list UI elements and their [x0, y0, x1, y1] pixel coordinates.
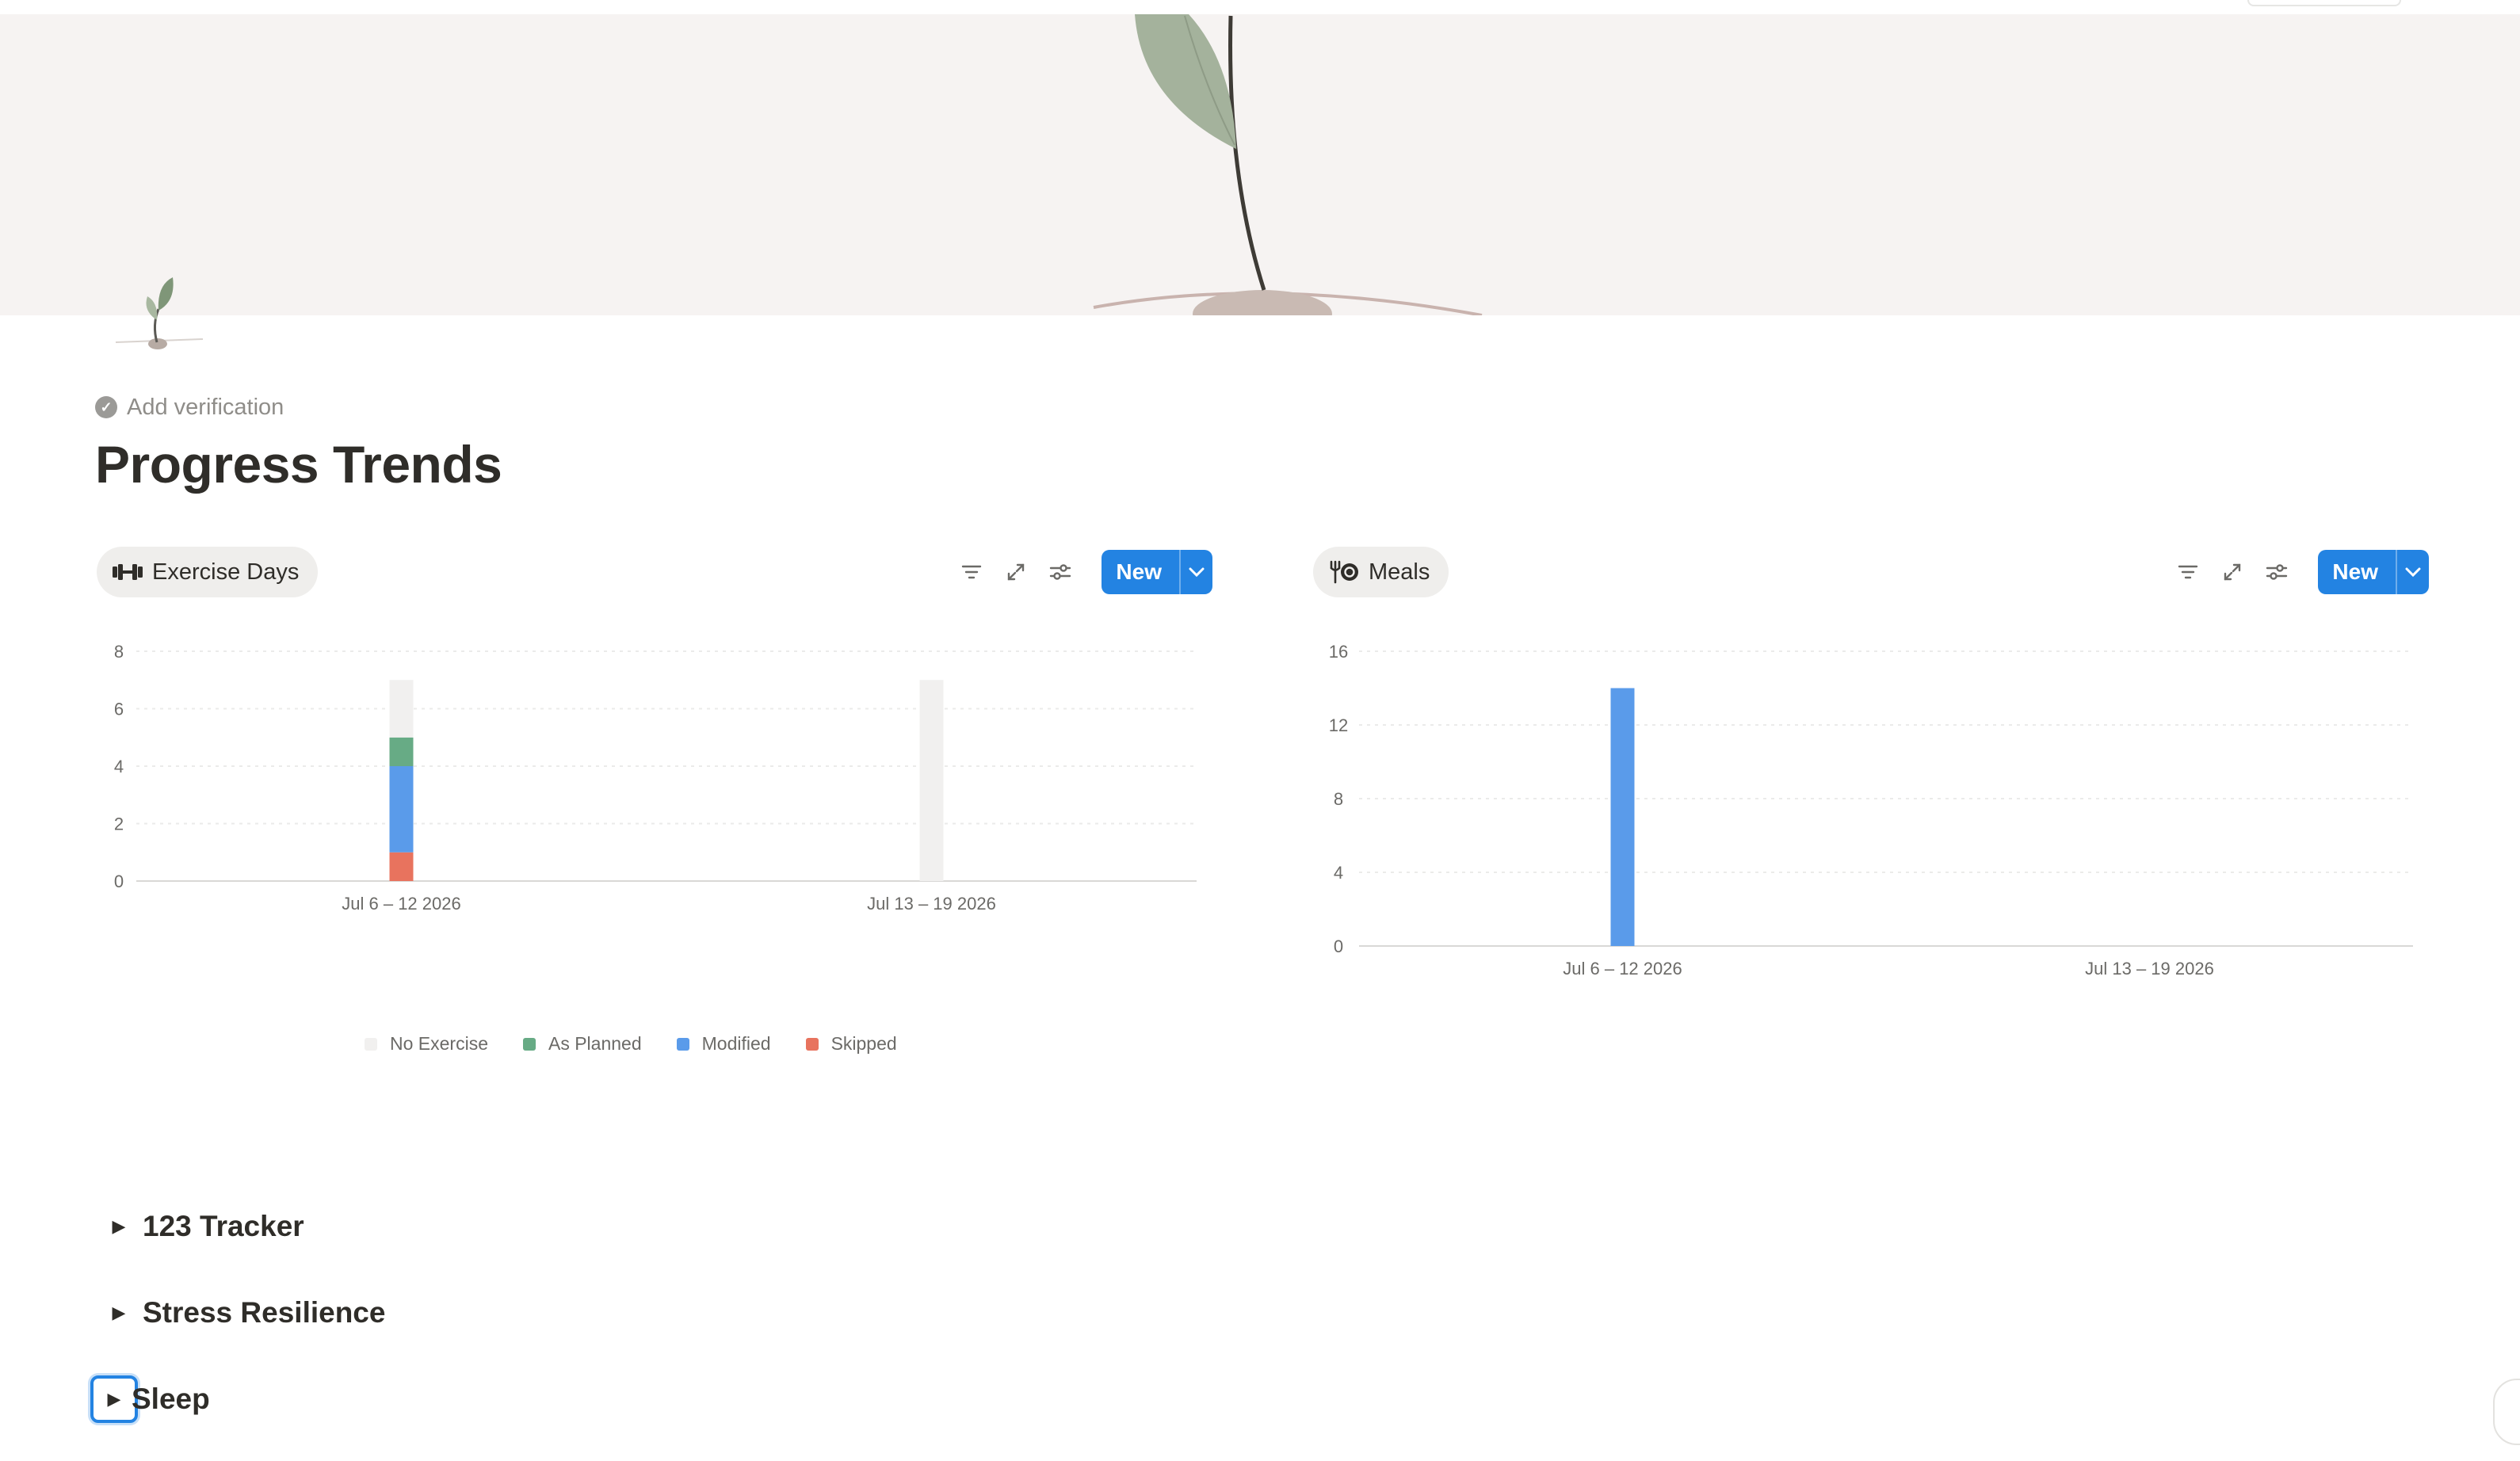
- add-verification[interactable]: ✓ Add verification: [95, 391, 284, 423]
- legend-item[interactable]: Skipped: [805, 1033, 897, 1055]
- verified-badge-icon: ✓: [95, 396, 117, 418]
- tab-exercise-days[interactable]: Exercise Days: [97, 547, 319, 597]
- toggle-label: 123 Tracker: [143, 1210, 304, 1242]
- new-button-label: New: [2318, 550, 2397, 594]
- exercise-days-chart: 0 2 4 6 8 Jul 6 – 12 2026 Jul 13 – 19 2026: [114, 642, 1197, 914]
- top-bar: [0, 0, 2520, 14]
- exercise-days-view: Exercise Days New 0 2 4 6 8 Jul 6 – 12 2026 Ju…: [95, 547, 1212, 1054]
- chart-legend: No Exercise As Planned Modified Skipped: [365, 1033, 897, 1055]
- toggle-sleep[interactable]: ▶ Sleep: [90, 1375, 210, 1423]
- x-tick-label: Jul 13 – 19 2026: [2085, 959, 2214, 978]
- y-tick-label: 4: [1334, 863, 1343, 883]
- new-button[interactable]: New: [2318, 550, 2429, 594]
- legend-swatch: [805, 1037, 819, 1051]
- y-tick-label: 8: [1334, 789, 1343, 809]
- bar-segment[interactable]: [919, 680, 944, 881]
- toggle-arrow-icon[interactable]: ▶: [95, 1289, 143, 1337]
- x-tick-label: Jul 13 – 19 2026: [867, 894, 996, 914]
- toggle-label: Sleep: [132, 1383, 210, 1415]
- chevron-down-icon[interactable]: [2397, 550, 2429, 594]
- tab-label: Exercise Days: [152, 559, 300, 585]
- legend-label: Modified: [701, 1033, 771, 1054]
- legend-swatch: [522, 1037, 536, 1051]
- view-toolbar: New: [2175, 547, 2429, 597]
- topbar-control[interactable]: [2247, 0, 2401, 6]
- expand-icon[interactable]: [1003, 559, 1029, 585]
- toggle-stress-resilience[interactable]: ▶ Stress Resilience: [95, 1289, 386, 1337]
- fork-plate-icon: [1329, 560, 1359, 584]
- x-tick-label: Jul 6 – 12 2026: [1563, 959, 1682, 978]
- legend-label: As Planned: [548, 1033, 642, 1054]
- tab-label: Meals: [1369, 559, 1430, 585]
- y-tick-label: 0: [114, 872, 124, 891]
- y-tick-label: 6: [114, 700, 124, 719]
- settings-sliders-icon[interactable]: [2264, 559, 2289, 585]
- dumbbell-icon: [113, 563, 143, 582]
- x-tick-label: Jul 6 – 12 2026: [342, 894, 460, 914]
- chevron-down-icon[interactable]: [1181, 550, 1212, 594]
- y-tick-label: 0: [1334, 936, 1343, 956]
- toggle-123-tracker[interactable]: ▶ 123 Tracker: [95, 1203, 304, 1250]
- sprout-icon[interactable]: [111, 261, 214, 364]
- legend-item[interactable]: No Exercise: [365, 1033, 488, 1055]
- meals-chart: 0 4 8 12 16 Jul 6 – 12 2026 Jul 13 – 19 2026: [1329, 642, 2413, 978]
- verification-label: Add verification: [127, 394, 284, 420]
- cover-image: [0, 14, 2520, 315]
- bar-segment[interactable]: [389, 680, 414, 738]
- y-tick-label: 2: [114, 814, 124, 834]
- legend-item[interactable]: Modified: [676, 1033, 771, 1055]
- filter-icon[interactable]: [959, 559, 984, 585]
- legend-label: Skipped: [830, 1033, 897, 1054]
- legend-item[interactable]: As Planned: [522, 1033, 642, 1055]
- toggle-arrow-icon[interactable]: ▶: [90, 1375, 138, 1423]
- y-tick-label: 4: [114, 757, 124, 776]
- tab-meals[interactable]: Meals: [1313, 547, 1449, 597]
- toggle-label: Stress Resilience: [143, 1296, 386, 1329]
- legend-swatch: [365, 1037, 377, 1051]
- view-toolbar: New: [959, 547, 1212, 597]
- bar-segment[interactable]: [389, 852, 414, 881]
- bar-segment[interactable]: [1610, 688, 1635, 947]
- page-title[interactable]: Progress Trends: [95, 434, 502, 494]
- y-tick-label: 12: [1329, 715, 1348, 735]
- bar-segment[interactable]: [389, 766, 414, 853]
- expand-icon[interactable]: [2220, 559, 2245, 585]
- legend-swatch: [676, 1037, 689, 1051]
- new-button[interactable]: New: [1102, 550, 1212, 594]
- filter-icon[interactable]: [2175, 559, 2201, 585]
- meals-view: Meals New 0 4 8 12 16 Jul 6 – 12 2026 Jul 13 –…: [1312, 547, 2429, 990]
- y-tick-label: 16: [1329, 642, 1348, 662]
- y-tick-label: 8: [114, 642, 124, 662]
- legend-label: No Exercise: [390, 1033, 488, 1054]
- settings-sliders-icon[interactable]: [1048, 559, 1073, 585]
- scroll-to-top-button[interactable]: [2493, 1379, 2520, 1445]
- bar-segment[interactable]: [389, 737, 414, 766]
- toggle-arrow-icon[interactable]: ▶: [95, 1203, 143, 1250]
- new-button-label: New: [1102, 550, 1181, 594]
